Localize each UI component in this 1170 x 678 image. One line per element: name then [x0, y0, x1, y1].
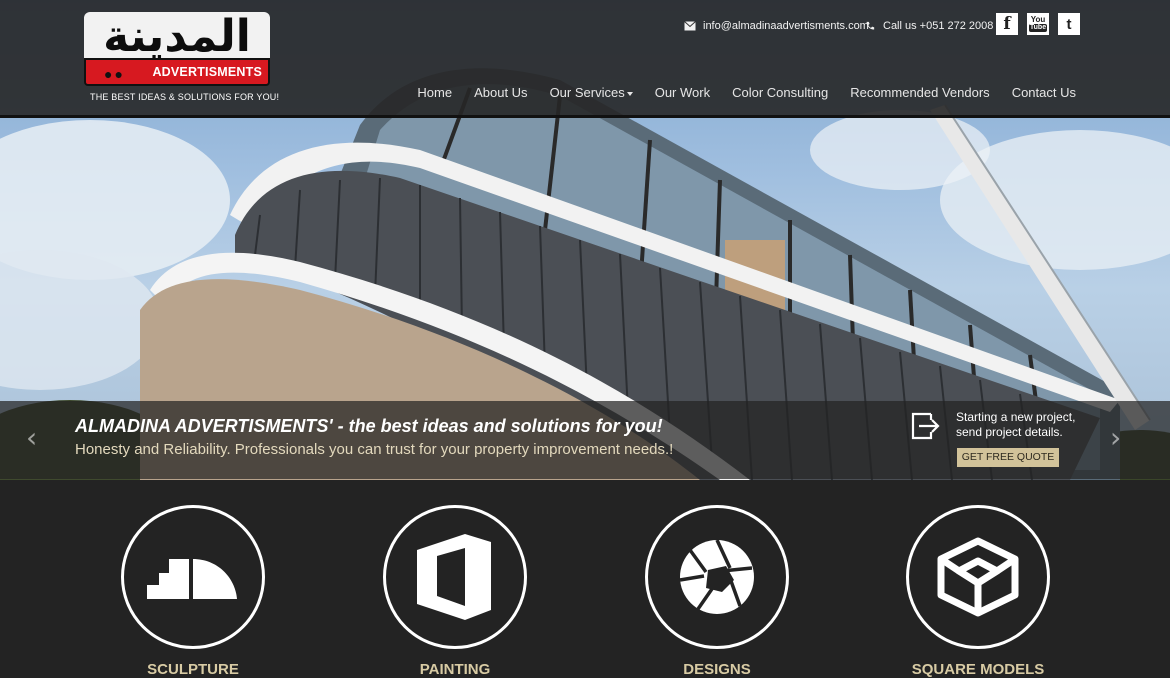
email-text: info@almadinaadvertisments.com	[703, 20, 869, 32]
nav-our-services[interactable]: Our Services	[550, 85, 633, 100]
nav-home[interactable]: Home	[417, 85, 452, 100]
aperture-icon	[679, 539, 754, 614]
slider-subtitle: Honesty and Reliability. Professionals y…	[75, 441, 674, 458]
phone-icon	[866, 21, 875, 30]
cube-icon	[937, 537, 1019, 617]
service-ring	[383, 505, 527, 649]
service-sculpture[interactable]: SCULPTURE	[121, 505, 265, 678]
nav-our-work[interactable]: Our Work	[655, 85, 710, 100]
service-painting[interactable]: PAINTING	[383, 505, 527, 678]
youtube-tube-text: Tube	[1028, 24, 1048, 32]
logo-red-bar: ●● ADVERTISMENTS	[84, 58, 270, 86]
logo-arabic-text: المدينة	[84, 12, 270, 62]
nav-recommended-vendors[interactable]: Recommended Vendors	[850, 85, 989, 100]
logo[interactable]: المدينة ●● ADVERTISMENTS THE BEST IDEAS …	[84, 12, 279, 107]
project-line-2: send project details.	[956, 425, 1063, 439]
contact-email[interactable]: info@almadinaadvertisments.com	[684, 18, 869, 34]
phone-text: Call us +051 272 2008	[883, 20, 994, 32]
service-label: SCULPTURE	[147, 661, 239, 678]
service-ring	[645, 505, 789, 649]
twitter-icon[interactable]: t	[1058, 13, 1080, 35]
nav-color-consulting[interactable]: Color Consulting	[732, 85, 828, 100]
nav-our-services-label: Our Services	[549, 85, 625, 100]
envelope-icon	[684, 21, 696, 31]
main-nav: Home About Us Our Services Our Work Colo…	[417, 85, 1076, 100]
send-project-icon[interactable]	[911, 412, 941, 440]
nav-about-us[interactable]: About Us	[474, 85, 527, 100]
site-header: المدينة ●● ADVERTISMENTS THE BEST IDEAS …	[0, 0, 1170, 118]
services-section: SCULPTURE PAINTING DESIGNS SQUARE MODELS	[0, 480, 1170, 678]
sculpture-icon	[147, 559, 237, 599]
youtube-icon[interactable]: You Tube	[1027, 13, 1049, 35]
project-prompt: Starting a new project, send project det…	[956, 410, 1075, 440]
slider-title: ALMADINA ADVERTISMENTS' - the best ideas…	[75, 416, 663, 436]
caret-down-icon	[626, 91, 633, 96]
project-line-1: Starting a new project,	[956, 410, 1076, 424]
get-free-quote-button[interactable]: GET FREE QUOTE	[957, 448, 1059, 467]
service-ring	[906, 505, 1050, 649]
service-ring	[121, 505, 265, 649]
service-designs[interactable]: DESIGNS	[645, 505, 789, 678]
logo-dots: ●●	[104, 66, 125, 82]
office-icon	[417, 534, 491, 620]
service-label: PAINTING	[419, 661, 491, 678]
nav-contact-us[interactable]: Contact Us	[1012, 85, 1076, 100]
contact-phone[interactable]: Call us +051 272 2008	[864, 18, 993, 34]
slider-next-arrow[interactable]: ›	[1110, 421, 1121, 454]
service-square-models[interactable]: SQUARE MODELS	[906, 505, 1050, 678]
slider-prev-arrow[interactable]: ‹	[26, 421, 37, 454]
logo-tagline: THE BEST IDEAS & SOLUTIONS FOR YOU!	[90, 92, 280, 102]
youtube-you-text: You	[1030, 15, 1046, 24]
facebook-icon[interactable]: f	[996, 13, 1018, 35]
slider-caption: ‹ ALMADINA ADVERTISMENTS' - the best ide…	[0, 401, 1170, 479]
service-label: DESIGNS	[683, 661, 751, 678]
service-label: SQUARE MODELS	[911, 661, 1045, 678]
logo-name: ADVERTISMENTS	[152, 65, 262, 79]
